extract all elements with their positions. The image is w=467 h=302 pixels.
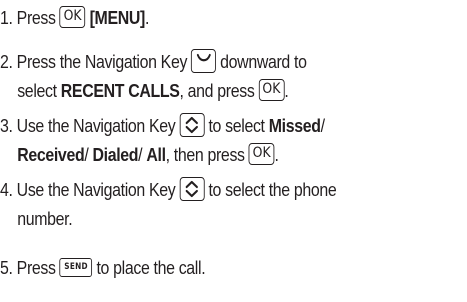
step-2: 2. Press the Navigation Key downward to s… (0, 47, 307, 105)
missed-label: Missed (268, 115, 321, 136)
navigation-key-up-down-icon (179, 113, 205, 138)
step-text: Press (16, 257, 56, 278)
step-text: , then press (165, 144, 245, 165)
step-text: downward to (220, 51, 307, 72)
ok-key-icon: OK (258, 79, 285, 102)
step-text: . (284, 80, 289, 101)
separator: / (138, 144, 143, 165)
step-text: number. (17, 208, 73, 229)
step-4: 4. Use the Navigation Key to select the … (0, 175, 337, 233)
received-label: Received (17, 144, 85, 165)
step-text: Use the Navigation Key (16, 115, 176, 136)
all-label: All (146, 144, 166, 165)
recent-calls-label: RECENT CALLS (60, 80, 180, 101)
instruction-steps: 1. Press OK [MENU]. 2. Press the Navigat… (0, 0, 467, 302)
step-text: Press (16, 7, 56, 28)
step-text: , and press (179, 80, 255, 101)
separator: / (320, 115, 325, 136)
step-text: select (17, 80, 57, 101)
send-key-icon: SEND (59, 257, 93, 277)
step-number: 2. (0, 51, 13, 72)
menu-key-label: [MENU] (89, 7, 146, 28)
dialed-label: Dialed (92, 144, 139, 165)
navigation-key-up-down-icon (179, 177, 205, 202)
step-3: 3. Use the Navigation Key to select Miss… (0, 111, 325, 169)
step-text: . (144, 7, 150, 28)
step-text: . (274, 144, 279, 165)
ok-key-icon: OK (59, 6, 86, 29)
step-5: 5. Press SEND to place the call. (0, 253, 206, 282)
step-text: to select (208, 115, 265, 136)
navigation-key-down-icon (191, 49, 217, 74)
step-1: 1. Press OK [MENU]. (0, 3, 149, 32)
step-text: Use the Navigation Key (16, 179, 176, 200)
ok-key-icon: OK (248, 143, 275, 166)
step-number: 4. (0, 179, 13, 200)
step-number: 5. (0, 257, 13, 278)
step-text: to place the call. (96, 257, 206, 278)
step-number: 3. (0, 115, 13, 136)
step-text: Press the Navigation Key (16, 51, 188, 72)
step-number: 1. (0, 7, 13, 28)
step-text: to select the phone (208, 179, 337, 200)
separator: / (84, 144, 89, 165)
